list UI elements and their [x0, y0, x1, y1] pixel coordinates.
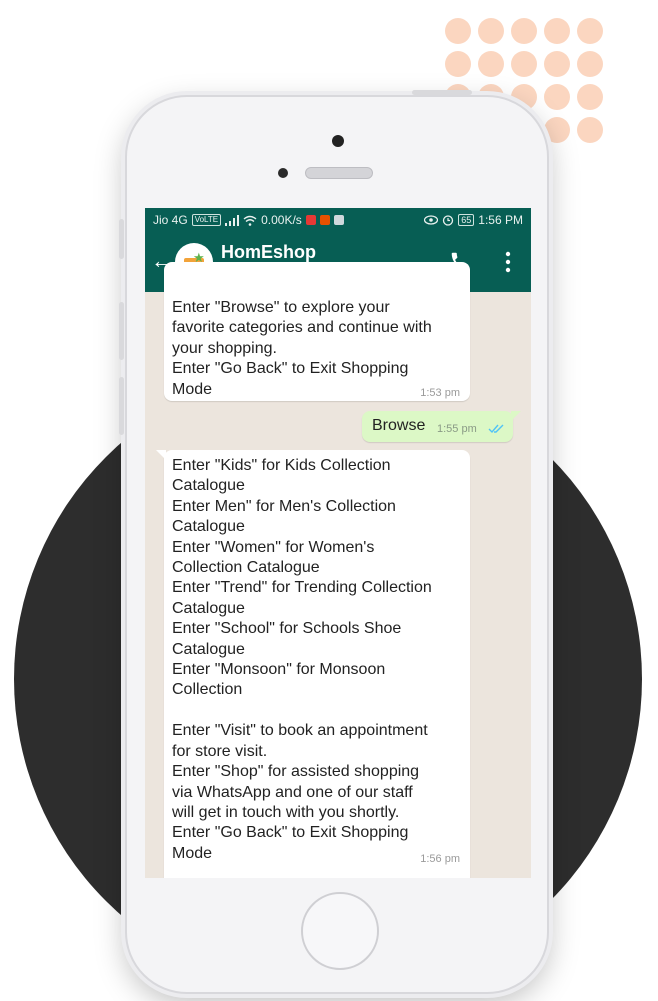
decorative-dot	[478, 51, 504, 77]
earpiece-speaker	[305, 167, 373, 179]
message-line: Catalogue	[172, 477, 245, 495]
status-left: Jio 4G VoLTE 0.00K/s	[153, 213, 344, 227]
decorative-dot	[445, 51, 471, 77]
decorative-dot	[544, 18, 570, 44]
decorative-dot	[577, 51, 603, 77]
volume-up-button	[119, 302, 124, 360]
message-line: your shopping.	[172, 339, 277, 357]
decorative-dot	[445, 18, 471, 44]
message-text: Browse	[372, 417, 426, 434]
home-button[interactable]	[301, 892, 379, 970]
message-line: for store visit.	[172, 742, 268, 760]
notification-app-icon	[305, 215, 316, 225]
message-line: will get in touch with you shortly.	[172, 803, 400, 821]
decorative-dot	[544, 117, 570, 143]
message-line: Collection	[172, 681, 243, 699]
message-line: Enter "Visit" to book an appointment	[172, 722, 428, 740]
message-line: Enter "School" for Schools Shoe	[172, 620, 402, 638]
incoming-message[interactable]: Enter "Kids" for Kids Collection Catalog…	[156, 450, 470, 878]
more-vert-icon[interactable]	[503, 250, 513, 274]
decorative-dot	[511, 51, 537, 77]
message-line: Collection Catalogue	[172, 559, 320, 577]
message-line: Catalogue	[172, 640, 245, 658]
battery-icon: 65	[458, 214, 475, 226]
message-line: favorite categories and continue with	[172, 319, 432, 337]
message-line: Enter "Monsoon" for Monsoon	[172, 661, 386, 679]
message-line: via WhatsApp and one of our staff	[172, 783, 413, 801]
message-line: Catalogue	[172, 518, 245, 536]
wifi-icon	[243, 215, 257, 226]
status-bar: Jio 4G VoLTE 0.00K/s 65 1:56 PM	[145, 208, 531, 232]
decorative-dot	[511, 18, 537, 44]
decorative-dot	[478, 18, 504, 44]
network-speed: 0.00K/s	[261, 213, 302, 227]
notification-app-icon	[319, 215, 330, 225]
decorative-dot	[577, 18, 603, 44]
phone-screen: Jio 4G VoLTE 0.00K/s 65 1:56 PM ← ★ HomE…	[145, 208, 531, 878]
outgoing-message[interactable]: Browse 1:55 pm	[362, 411, 521, 442]
message-line	[172, 701, 460, 721]
contact-name[interactable]: HomEshop	[221, 242, 316, 263]
decorative-dot	[544, 51, 570, 77]
decorative-dot	[544, 84, 570, 110]
status-time: 1:56 PM	[478, 213, 523, 227]
volte-badge: VoLTE	[191, 214, 222, 226]
mute-switch	[119, 219, 124, 259]
decorative-dot	[577, 117, 603, 143]
message-line: Enter "Go Back" to Exit Shopping	[172, 360, 409, 378]
eye-icon	[424, 215, 439, 225]
read-ticks-icon	[488, 424, 504, 434]
message-line: Catalogue	[172, 599, 245, 617]
volume-down-button	[119, 377, 124, 435]
message-list[interactable]: Enter "Browse" to explore your favorite …	[145, 262, 531, 878]
power-button	[412, 90, 472, 95]
message-line: Enter "Go Back" to Exit Shopping	[172, 824, 409, 842]
message-line: Enter "Trend" for Trending Collection	[172, 579, 432, 597]
incoming-message[interactable]: Enter "Browse" to explore your favorite …	[164, 262, 470, 401]
alarm-icon	[443, 215, 454, 226]
status-right: 65 1:56 PM	[424, 213, 523, 227]
notification-app-icon	[333, 215, 344, 225]
carrier-label: Jio 4G	[153, 213, 188, 227]
message-line: Enter Men" for Men's Collection	[172, 497, 396, 515]
message-time: 1:56 pm	[420, 853, 460, 866]
message-line: Enter "Kids" for Kids Collection	[172, 457, 391, 474]
message-line: Enter "Shop" for assisted shopping	[172, 763, 420, 781]
message-line: Enter "Women" for Women's	[172, 538, 375, 556]
front-camera	[332, 135, 344, 147]
decorative-dot	[577, 84, 603, 110]
message-time: 1:55 pm	[437, 423, 477, 435]
message-line: Enter "Browse" to explore your	[172, 299, 390, 316]
signal-icon	[225, 214, 240, 226]
message-time: 1:53 pm	[420, 387, 460, 400]
proximity-sensor	[278, 168, 288, 178]
